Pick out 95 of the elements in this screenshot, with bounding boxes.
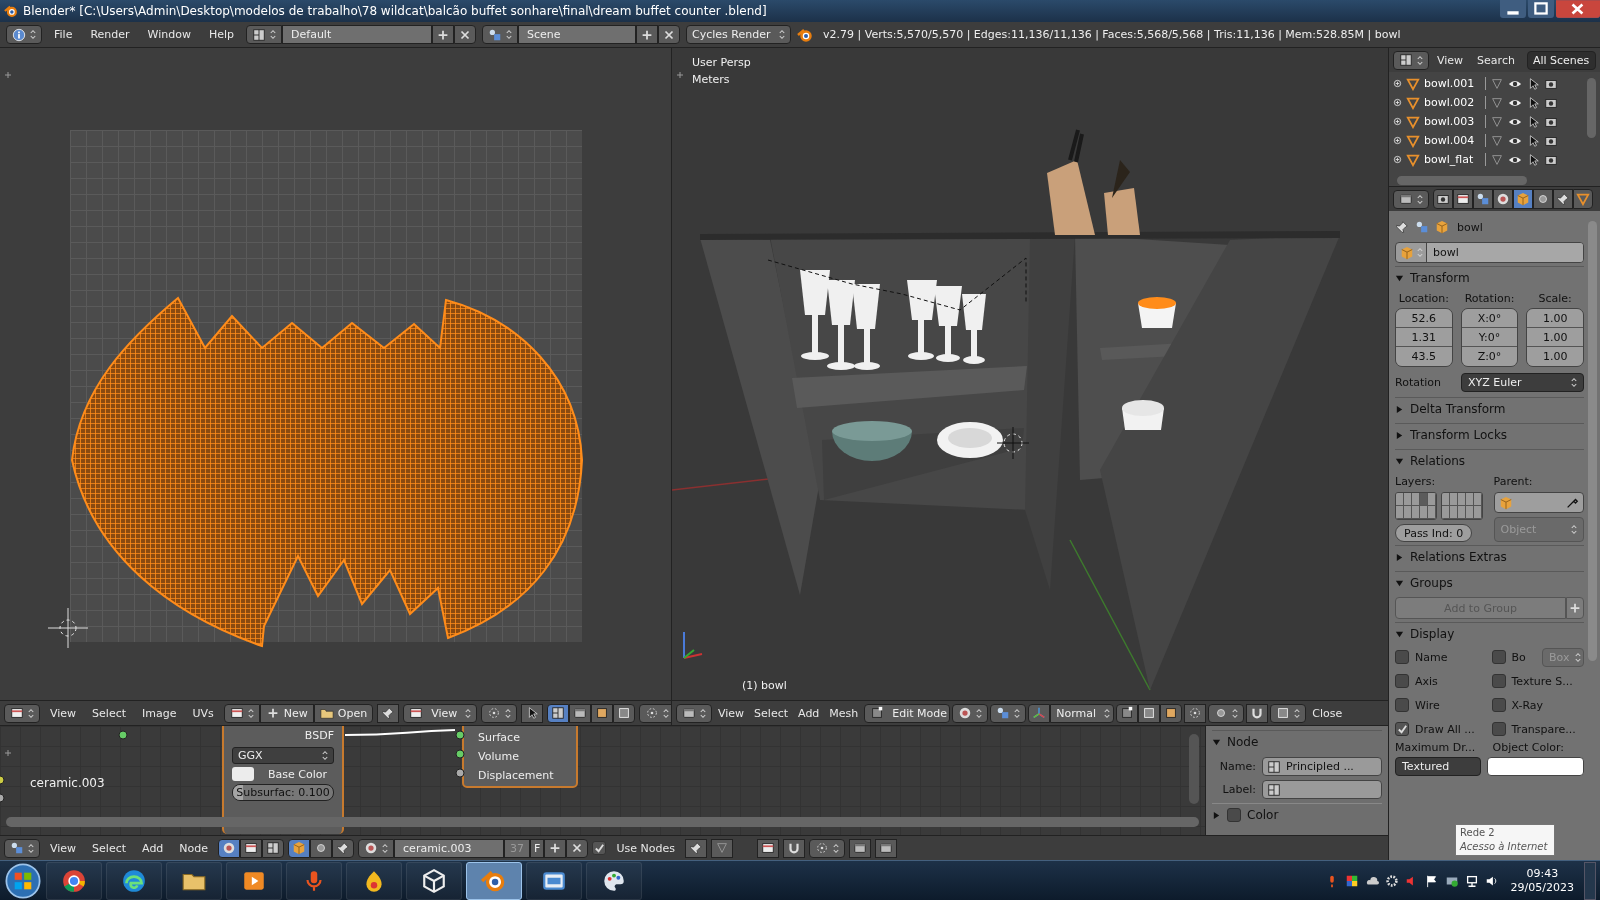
- menu-item[interactable]: Select: [86, 706, 133, 720]
- layout-name-field[interactable]: Default: [282, 25, 433, 44]
- panel-title: Groups: [1410, 576, 1453, 590]
- checkbox-label: Axis: [1415, 674, 1438, 688]
- field-label: Object Color:: [1492, 741, 1566, 754]
- menu-item[interactable]: Image: [136, 706, 183, 720]
- principled-node[interactable]: BSDF GGX Base Color Subsurfac: 0.100: [222, 726, 344, 834]
- material-name-label: ceramic.003: [30, 776, 105, 790]
- menu-item[interactable]: Add: [136, 841, 170, 855]
- tooltip: Rede 2 Acesso à Internet: [1455, 824, 1555, 856]
- panel-title: Delta Transform: [1410, 402, 1506, 416]
- display-mode-dropdown[interactable]: All Scenes: [1526, 50, 1596, 70]
- field-label: Maximum Dr...: [1395, 741, 1477, 754]
- new-image-button[interactable]: New: [259, 703, 314, 723]
- checkbox-label: Name: [1415, 650, 1448, 664]
- window-title: Blender* [C:\Users\Admin\Desktop\modelos de trabalho\78 wildcat\balcão buffet sonhare\final\dream buffet counter .blend]: [23, 4, 767, 18]
- checkbox-label: Transpare...: [1511, 722, 1576, 736]
- output-label: BSDF: [303, 728, 334, 744]
- rotation-field[interactable]: Y:0°: [1461, 328, 1518, 347]
- field-label: Label:: [1221, 783, 1256, 796]
- outliner-item[interactable]: bowl.004: [1424, 134, 1486, 147]
- menu-item[interactable]: Mesh: [825, 706, 863, 720]
- view-mode-dropdown[interactable]: View: [403, 703, 478, 723]
- fake-user-button[interactable]: F: [530, 838, 545, 858]
- distribution-dropdown[interactable]: GGX: [232, 747, 334, 764]
- panel-title: Node: [1227, 735, 1259, 749]
- panel-title: Display: [1410, 627, 1455, 641]
- location-field[interactable]: 52.6: [1396, 309, 1452, 328]
- column-label: Location:: [1398, 292, 1449, 305]
- input-label: Displacement: [478, 768, 555, 784]
- subsurface-slider[interactable]: Subsurfac: 0.100: [232, 784, 334, 801]
- input-label: Volume: [478, 749, 520, 765]
- menu-item[interactable]: Help: [202, 28, 241, 41]
- field-label: Name:: [1218, 760, 1256, 773]
- panel-title: Relations: [1410, 454, 1466, 468]
- column-label: Scale:: [1538, 292, 1572, 305]
- menu-item[interactable]: View: [44, 841, 83, 855]
- menu-item[interactable]: Add: [794, 706, 824, 720]
- column-label: Parent:: [1493, 475, 1533, 488]
- checkbox-label: Use Nodes: [615, 841, 676, 855]
- input-label: Surface: [478, 730, 521, 746]
- open-image-button[interactable]: Open: [313, 703, 374, 723]
- orientation-dropdown[interactable]: Normal: [1050, 703, 1115, 723]
- scene-statistics: v2.79 | Verts:5,570/5,570 | Edges:11,136/11,136 | Faces:5,568/5,568 | Tris:11,136 | Mem:528.85M | bowl: [823, 28, 1401, 41]
- outliner-item[interactable]: bowl.002: [1424, 96, 1486, 109]
- draw-type-dropdown[interactable]: Textured: [1395, 757, 1481, 776]
- menu-item[interactable]: View: [714, 706, 749, 720]
- column-label: Layers:: [1395, 475, 1436, 488]
- close-label[interactable]: Close: [1308, 706, 1347, 720]
- outliner-item[interactable]: bowl.003: [1424, 115, 1486, 128]
- panel-title: Relations Extras: [1410, 550, 1507, 564]
- menu-item[interactable]: Select: [86, 841, 133, 855]
- material-output-node[interactable]: Surface Volume Displacement: [462, 726, 578, 788]
- input-label: Base Color: [268, 767, 327, 781]
- scale-field[interactable]: 1.00: [1527, 328, 1583, 347]
- outliner-item[interactable]: bowl.001: [1424, 77, 1486, 90]
- panel-title: Transform Locks: [1410, 428, 1508, 442]
- panel-title: Transform: [1410, 271, 1470, 285]
- scale-field[interactable]: 1.00: [1527, 309, 1583, 328]
- menu-item[interactable]: View: [1431, 53, 1470, 67]
- checkbox-label: Bo: [1511, 650, 1526, 664]
- menu-item[interactable]: File: [48, 28, 79, 41]
- checkbox-label: Draw All ...: [1415, 722, 1475, 736]
- mode-dropdown[interactable]: Edit Mode: [864, 703, 951, 723]
- location-field[interactable]: 43.5: [1396, 347, 1452, 366]
- units-label: Meters: [692, 73, 730, 86]
- pass-index-field[interactable]: Pass Ind: 0: [1395, 524, 1473, 542]
- rotation-field[interactable]: X:0°: [1461, 309, 1518, 328]
- object-name-field[interactable]: bowl: [1395, 242, 1584, 263]
- menu-item[interactable]: View: [44, 706, 83, 720]
- menu-item[interactable]: Select: [750, 706, 793, 720]
- menu-item[interactable]: Window: [141, 28, 197, 41]
- node-name-field[interactable]: Principled ...: [1262, 757, 1382, 776]
- scale-field[interactable]: 1.00: [1527, 347, 1583, 366]
- checkbox-label: Wire: [1415, 698, 1440, 712]
- rotation-field[interactable]: Z:0°: [1461, 347, 1518, 366]
- checkbox-label: X-Ray: [1511, 698, 1544, 712]
- outliner-item[interactable]: bowl_flat: [1424, 153, 1486, 166]
- checkbox-label: Texture S...: [1511, 674, 1573, 688]
- column-label: Rotation:: [1464, 292, 1515, 305]
- render-engine-dropdown[interactable]: Cycles Render: [686, 25, 792, 44]
- material-name-field[interactable]: ceramic.003: [394, 838, 505, 858]
- active-object-label: (1) bowl: [742, 679, 787, 692]
- menu-item[interactable]: Search: [1471, 53, 1521, 67]
- menu-item[interactable]: Node: [173, 841, 215, 855]
- location-field[interactable]: 1.31: [1396, 328, 1452, 347]
- clock[interactable]: 09:43 29/05/2023: [1510, 866, 1574, 895]
- field-label: Rotation: [1395, 375, 1442, 389]
- panel-title: Color: [1247, 808, 1279, 822]
- view-name-label: User Persp: [692, 56, 751, 69]
- scene-name-field[interactable]: Scene: [518, 25, 637, 44]
- rotation-mode-dropdown[interactable]: XYZ Euler: [1461, 372, 1584, 392]
- menu-item[interactable]: UVs: [186, 706, 220, 720]
- menu-item[interactable]: Render: [84, 28, 136, 41]
- breadcrumb-item: bowl: [1457, 220, 1483, 234]
